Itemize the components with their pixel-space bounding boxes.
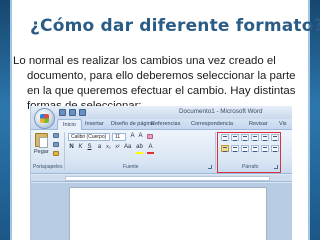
tab-referencias[interactable]: Referencias — [151, 121, 180, 127]
subscript-icon[interactable]: x₂ — [105, 144, 112, 151]
undo-icon[interactable] — [69, 109, 76, 116]
tab-correspondencia[interactable]: Correspondencia — [191, 121, 233, 127]
font-size-combo[interactable]: 11 — [112, 133, 126, 141]
font-name-combo[interactable]: Calibri (Cuerpo) — [68, 133, 110, 141]
paste-icon[interactable] — [35, 133, 48, 148]
group-label-font: Fuente — [123, 164, 139, 170]
office-button-icon[interactable] — [34, 108, 55, 129]
shrink-font-icon[interactable]: A — [137, 133, 144, 140]
clear-format-icon[interactable] — [147, 134, 153, 139]
slide-title: ¿Cómo dar diferente formato? — [30, 16, 320, 36]
grow-font-icon[interactable]: A — [129, 133, 136, 140]
paste-button-label[interactable]: Pegar — [34, 149, 49, 155]
tab-inicio[interactable]: Inicio — [57, 119, 82, 130]
tab-insertar[interactable]: Insertar — [85, 121, 104, 127]
ruler — [31, 175, 292, 182]
save-icon[interactable] — [59, 109, 66, 116]
strikethrough-icon[interactable]: a — [96, 144, 103, 151]
tab-vista[interactable]: Vis — [279, 121, 287, 127]
slide-body-text: Lo normal es realizar los cambios una ve… — [13, 55, 296, 112]
redo-icon[interactable] — [79, 109, 86, 116]
tab-revisar[interactable]: Revisar — [249, 121, 268, 127]
document-area — [31, 183, 292, 240]
bold-icon[interactable]: N — [68, 144, 75, 151]
highlight-icon[interactable]: ab — [136, 144, 143, 151]
word-title-bar: Documento1 - Microsoft Word — [31, 106, 292, 119]
word-window-title: Documento1 - Microsoft Word — [179, 108, 263, 115]
ruler-scale — [65, 176, 270, 181]
paragraph-group-highlight — [217, 132, 281, 173]
highlight-color-chip — [136, 152, 143, 154]
copy-icon[interactable] — [53, 142, 59, 147]
group-separator — [215, 132, 216, 170]
font-dialog-launcher-icon[interactable] — [208, 165, 212, 169]
superscript-icon[interactable]: x² — [114, 144, 121, 151]
word-screenshot: Documento1 - Microsoft Word Inicio Inser… — [30, 106, 292, 240]
font-color-chip — [147, 152, 154, 154]
slide-frame-left — [0, 0, 12, 240]
ribbon-tabs: Inicio Insertar Diseño de página Referen… — [31, 119, 292, 130]
group-label-clipboard: Portapapeles — [33, 164, 63, 170]
format-painter-icon[interactable] — [53, 151, 59, 156]
italic-icon[interactable]: K — [77, 144, 84, 151]
group-separator — [64, 132, 65, 170]
cut-icon[interactable] — [53, 133, 59, 138]
change-case-icon[interactable]: Aa — [124, 144, 131, 151]
font-color-icon[interactable]: A — [147, 144, 154, 151]
tab-diseno-pagina[interactable]: Diseño de página — [111, 121, 154, 127]
document-page[interactable] — [69, 187, 267, 240]
underline-icon[interactable]: S — [86, 144, 93, 151]
slide-frame-right — [308, 0, 320, 240]
